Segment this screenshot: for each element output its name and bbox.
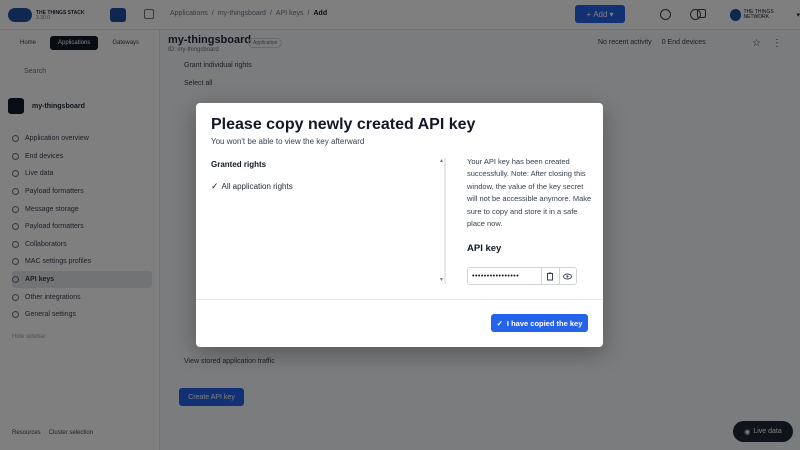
api-key-modal: Please copy newly created API key You wo… — [196, 103, 603, 347]
rights-item: ✓ All application rights — [211, 181, 441, 192]
scroll-up-icon[interactable]: ▲ — [439, 158, 444, 164]
granted-rights-panel: Granted rights ✓ All application rights — [211, 158, 441, 284]
api-key-field: •••••••••••••••• — [467, 267, 577, 285]
check-icon: ✓ — [211, 181, 219, 191]
eye-icon-svg — [563, 273, 573, 279]
modal-subtitle: You won't be able to view the key afterw… — [211, 137, 365, 146]
copy-icon-svg — [547, 272, 554, 280]
api-key-value[interactable]: •••••••••••••••• — [468, 273, 541, 280]
modal-divider — [196, 299, 603, 300]
confirm-copied-label: I have copied the key — [506, 318, 583, 328]
confirm-copied-button[interactable]: ✓ I have copied the key — [491, 314, 588, 332]
check-icon: ✓ — [496, 318, 503, 328]
modal-title: Please copy newly created API key — [211, 116, 476, 133]
granted-rights-heading: Granted rights — [211, 160, 267, 169]
copy-icon[interactable] — [541, 268, 559, 284]
eye-icon[interactable] — [558, 268, 577, 284]
scrollbar[interactable] — [444, 158, 446, 284]
api-key-heading: API key — [467, 243, 502, 254]
rights-item-label: All application rights — [221, 182, 293, 191]
api-key-info: Your API key has been created successful… — [467, 157, 592, 229]
scroll-down-icon[interactable]: ▼ — [439, 277, 444, 283]
